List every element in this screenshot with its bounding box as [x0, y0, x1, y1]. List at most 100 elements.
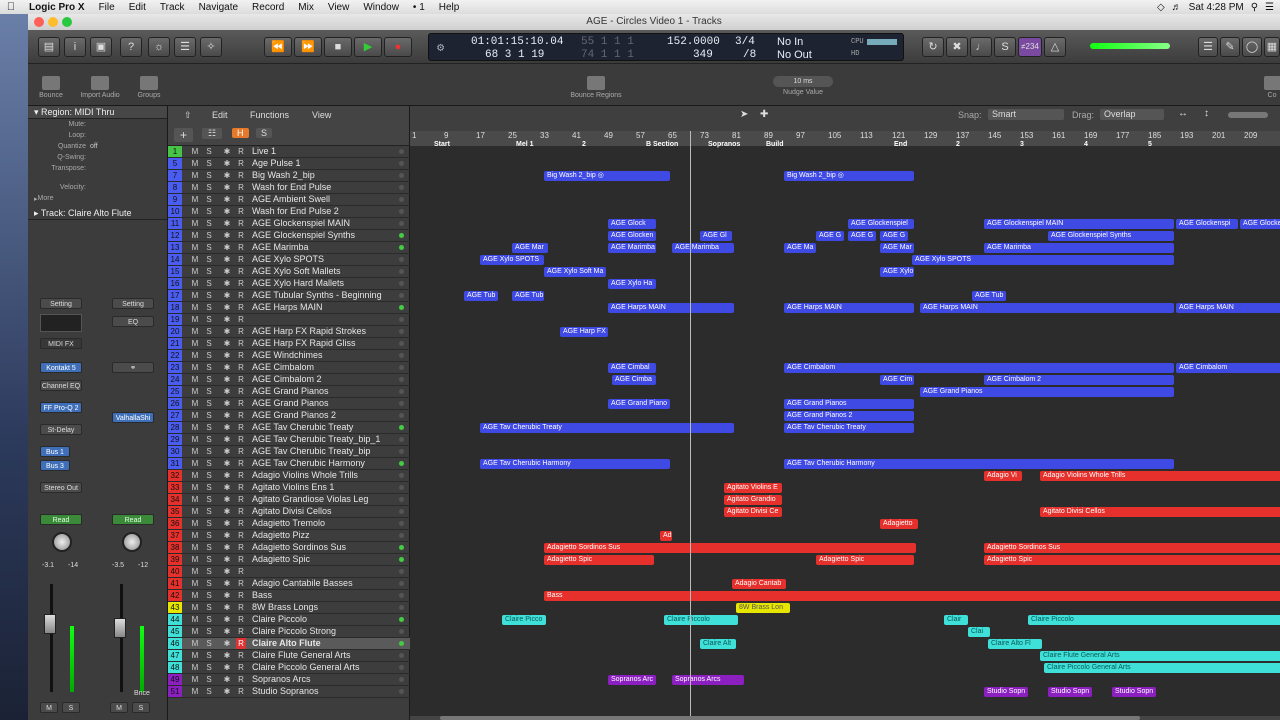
mute-button[interactable]: M	[190, 314, 200, 325]
track-row[interactable]: 31 M S ✱ R AGE Tav Cherubic Harmony	[168, 458, 410, 470]
link-icon[interactable]: ⚭	[112, 362, 154, 373]
region[interactable]: Agitato Divisi Ce	[724, 507, 782, 517]
region[interactable]: AGE Cimba	[612, 375, 656, 385]
stop-button[interactable]: ■	[324, 37, 352, 57]
region[interactable]: AGE Xylo Ha	[608, 279, 656, 289]
menu-item-3[interactable]: Navigate	[192, 2, 245, 13]
solo-button[interactable]: S	[204, 542, 214, 553]
solo-button[interactable]: S	[204, 482, 214, 493]
record-enable-button[interactable]: R	[236, 578, 246, 589]
mute-button[interactable]: M	[190, 338, 200, 349]
region[interactable]: Adagietto	[880, 519, 918, 529]
mute-button[interactable]: M	[190, 170, 200, 181]
mute-button[interactable]: M	[190, 362, 200, 373]
region[interactable]: AGE Cim	[880, 375, 914, 385]
freeze-icon[interactable]: ✱	[222, 194, 232, 205]
mute-button[interactable]: M	[190, 602, 200, 613]
track-name[interactable]: Big Wash 2_bip	[252, 170, 315, 181]
freeze-icon[interactable]: ✱	[222, 554, 232, 565]
solo-button[interactable]: S	[204, 578, 214, 589]
mixer-icon[interactable]: ☰	[174, 37, 196, 57]
clock[interactable]: Sat 4:28 PM	[1189, 2, 1244, 13]
record-enable-button[interactable]: R	[236, 266, 246, 277]
region[interactable]: AGE Tav Cherubic Harmony	[480, 459, 670, 469]
track-name[interactable]: Claire Flute General Arts	[252, 650, 351, 661]
track-row[interactable]: 34 M S ✱ R Agitato Grandiose Violas Leg	[168, 494, 410, 506]
region-param-row[interactable]: Loop:	[28, 132, 167, 143]
record-enable-button[interactable]: R	[236, 590, 246, 601]
track-row[interactable]: 51 M S ✱ R Studio Sopranos	[168, 686, 410, 698]
track-name[interactable]: AGE Harp FX Rapid Gliss	[252, 338, 356, 349]
track-row[interactable]: 19 M S ✱ R	[168, 314, 410, 326]
scroll-thumb[interactable]	[440, 716, 1140, 720]
solo-button[interactable]: S	[204, 146, 214, 157]
region[interactable]: AGE Tav Cherubic Harmony	[784, 459, 1174, 469]
solo-button[interactable]: S	[204, 254, 214, 265]
pan-knob-2[interactable]	[122, 532, 142, 552]
record-enable-button[interactable]: R	[236, 314, 246, 325]
region[interactable]: AGE Grand Pianos 2	[784, 411, 914, 421]
menu-item-1[interactable]: Edit	[122, 2, 153, 13]
record-enable-button[interactable]: R	[236, 170, 246, 181]
track-name[interactable]: Adagietto Tremolo	[252, 518, 325, 529]
playhead[interactable]	[690, 131, 691, 720]
edit-menu[interactable]: Edit	[208, 108, 232, 122]
mute-button[interactable]: M	[190, 374, 200, 385]
region[interactable]: AGE Glockenspi	[1176, 219, 1238, 229]
record-enable-button[interactable]: R	[236, 650, 246, 661]
freeze-icon[interactable]: ✱	[222, 230, 232, 241]
up-arrow-icon[interactable]: ⇧	[180, 108, 196, 123]
region[interactable]: AGE Tav Cherubic Treaty	[480, 423, 734, 433]
track-inspector-header[interactable]: ▸ Track: Claire Alto Flute	[28, 207, 167, 220]
track-name[interactable]: Adagio Violins Whole Trills	[252, 470, 358, 481]
solo-toggle-button[interactable]: S	[256, 128, 273, 138]
track-name[interactable]: AGE Marimba	[252, 242, 309, 253]
region[interactable]: AGE Marimba	[984, 243, 1174, 253]
record-enable-button[interactable]: R	[236, 626, 246, 637]
menu-item-9[interactable]: Help	[432, 2, 467, 13]
track-name[interactable]: Wash for End Pulse	[252, 182, 331, 193]
track-row[interactable]: 13 M S ✱ R AGE Marimba	[168, 242, 410, 254]
solo-button[interactable]: S	[204, 554, 214, 565]
track-row[interactable]: 14 M S ✱ R AGE Xylo SPOTS	[168, 254, 410, 266]
freeze-icon[interactable]: ✱	[222, 326, 232, 337]
freeze-icon[interactable]: ✱	[222, 158, 232, 169]
region[interactable]: Adagietto Spic	[816, 555, 914, 565]
track-name[interactable]: Studio Sopranos	[252, 686, 319, 697]
instrument-slot[interactable]: Kontakt 5	[40, 362, 82, 373]
region[interactable]: AGE Xylo SPOTS	[480, 255, 544, 265]
editors-icon[interactable]: ✧	[200, 37, 222, 57]
record-enable-button[interactable]: R	[236, 566, 246, 577]
mute-button[interactable]: M	[190, 422, 200, 433]
track-name[interactable]: Agitato Grandiose Violas Leg	[252, 494, 368, 505]
record-enable-button[interactable]: R	[236, 602, 246, 613]
solo-button[interactable]: S	[204, 602, 214, 613]
record-enable-button[interactable]: R	[236, 506, 246, 517]
mute-button[interactable]: M	[190, 242, 200, 253]
record-enable-button[interactable]: R	[236, 194, 246, 205]
bus1-slot[interactable]: Bus 1	[40, 446, 70, 457]
list-icon[interactable]: ☰	[1265, 2, 1274, 13]
nudge-control[interactable]: 10 ms Nudge Value	[768, 76, 838, 96]
track-row[interactable]: 11 M S ✱ R AGE Glockenspiel MAIN	[168, 218, 410, 230]
help-button[interactable]: ?	[120, 37, 142, 57]
track-row[interactable]: 7 M S ✱ R Big Wash 2_bip	[168, 170, 410, 182]
record-enable-button[interactable]: R	[236, 662, 246, 673]
play-button[interactable]: ▶	[354, 37, 382, 57]
track-name[interactable]: AGE Grand Pianos	[252, 398, 329, 409]
track-row[interactable]: 32 M S ✱ R Adagio Violins Whole Trills	[168, 470, 410, 482]
record-enable-button[interactable]: R	[236, 446, 246, 457]
region[interactable]: Claire Alt	[700, 639, 736, 649]
freeze-icon[interactable]: ✱	[222, 578, 232, 589]
region[interactable]: AGE Harps MAIN	[608, 303, 734, 313]
app-menu[interactable]: Logic Pro X	[22, 2, 92, 13]
freeze-icon[interactable]: ✱	[222, 458, 232, 469]
region[interactable]: AGE G	[848, 231, 876, 241]
freeze-icon[interactable]: ✱	[222, 506, 232, 517]
region[interactable]: Claire Alto Fl	[988, 639, 1042, 649]
menu-item-8[interactable]: • 1	[406, 2, 432, 13]
freeze-icon[interactable]: ✱	[222, 290, 232, 301]
record-enable-button[interactable]: R	[236, 542, 246, 553]
ffpro-slot[interactable]: FF Pro-Q 2	[40, 402, 82, 413]
co-button[interactable]: Co	[1264, 76, 1280, 99]
